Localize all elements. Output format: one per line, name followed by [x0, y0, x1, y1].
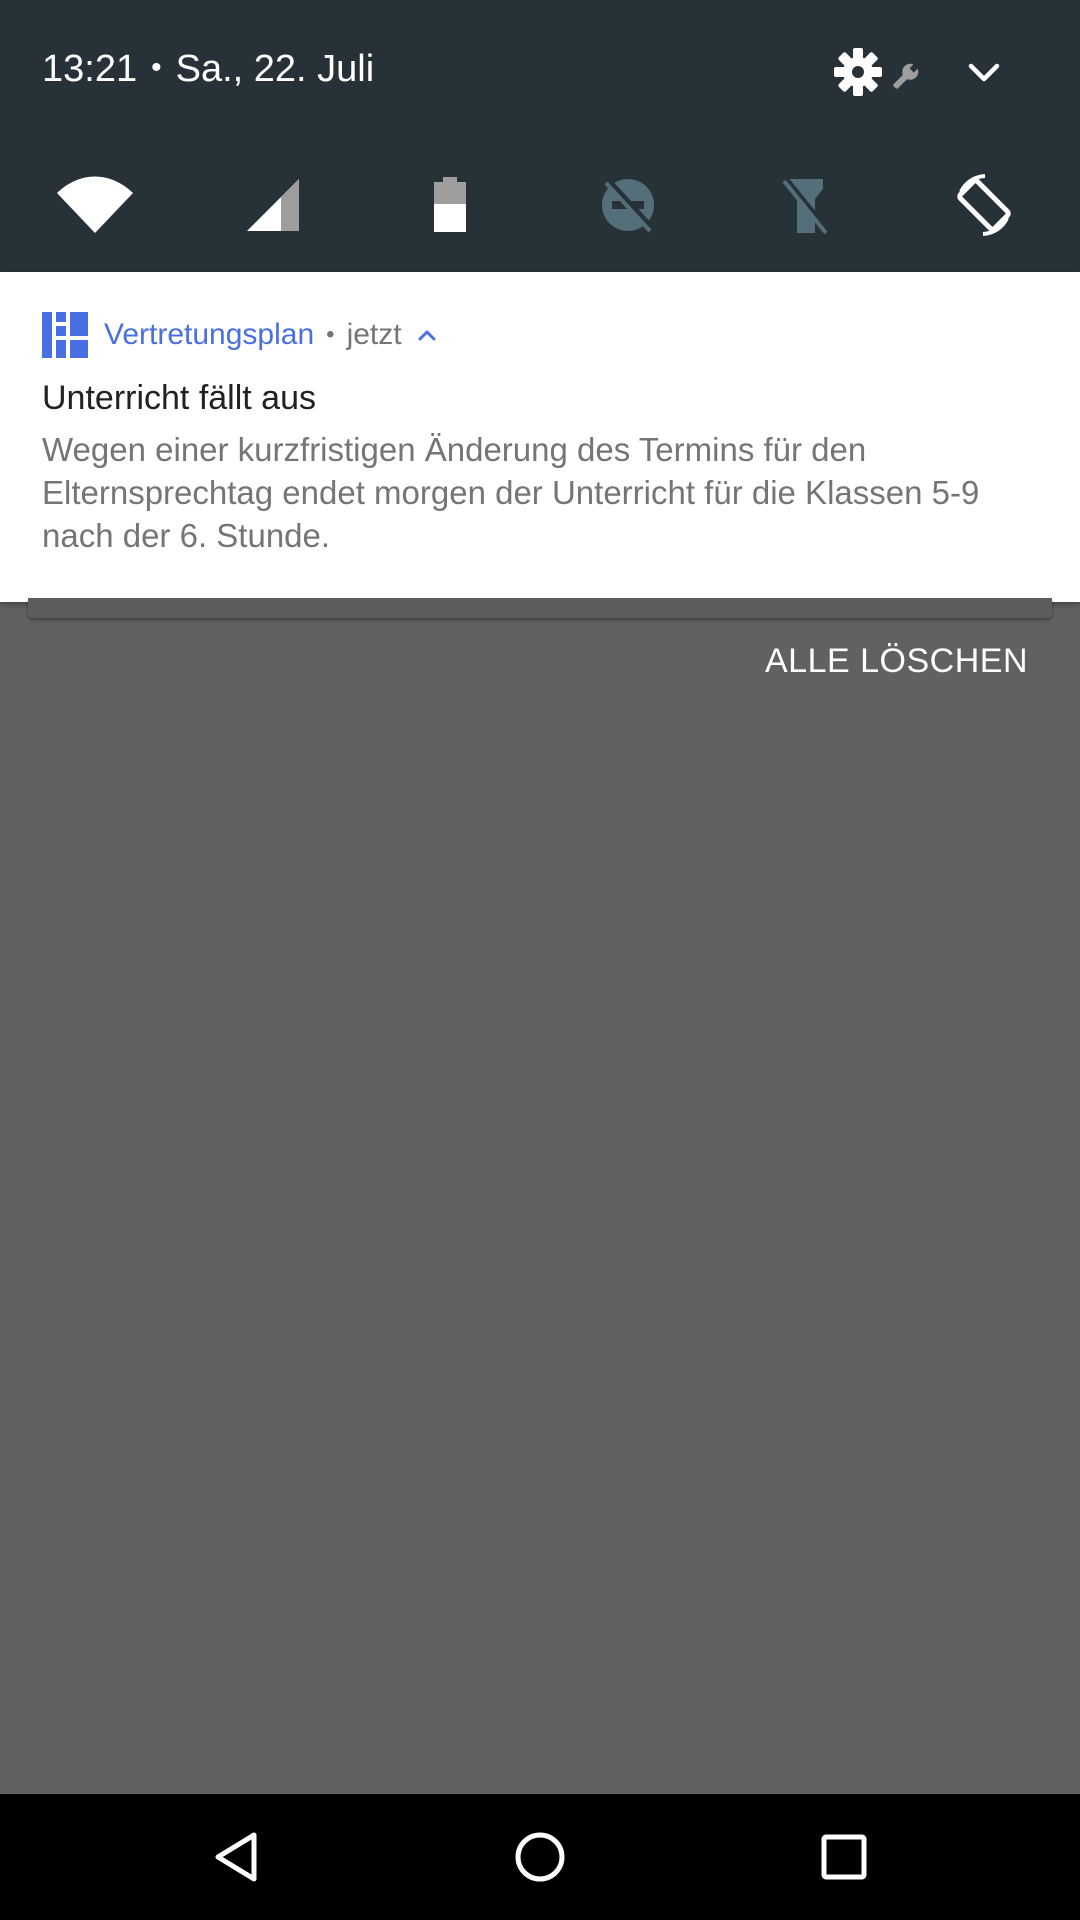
notification-card[interactable]: Vertretungsplan • jetzt Unterricht fällt… — [0, 272, 1080, 602]
clock-date: Sa., 22. Juli — [175, 48, 375, 90]
settings-button[interactable] — [828, 44, 928, 100]
back-button[interactable] — [196, 1817, 276, 1897]
chevron-up-icon[interactable] — [416, 324, 438, 346]
battery-icon — [434, 177, 466, 232]
recents-button[interactable] — [804, 1817, 884, 1897]
gear-icon — [834, 48, 920, 96]
tile-wifi[interactable] — [40, 160, 150, 250]
notification-separator: • — [326, 321, 335, 348]
auto-rotate-icon — [957, 174, 1011, 236]
clear-all-button[interactable]: ALLE LÖSCHEN — [765, 642, 1028, 681]
back-triangle-icon — [215, 1832, 257, 1882]
notification-title: Unterricht fällt aus — [42, 379, 316, 417]
home-button[interactable] — [500, 1817, 580, 1897]
wrench-icon — [893, 62, 920, 89]
app-icon — [42, 312, 88, 358]
tile-do-not-disturb[interactable] — [573, 160, 683, 250]
tile-cellular[interactable] — [218, 160, 328, 250]
wifi-icon — [57, 176, 133, 233]
chevron-down-icon — [968, 63, 1000, 82]
home-circle-icon — [515, 1832, 565, 1882]
clock-separator: • — [151, 51, 162, 84]
tile-flashlight[interactable] — [751, 160, 861, 250]
quick-settings-header: 13:21 • Sa., 22. Juli — [0, 0, 1080, 272]
flashlight-off-icon — [782, 176, 830, 235]
clock-time: 13:21 — [42, 48, 138, 90]
do-not-disturb-off-icon — [602, 178, 655, 233]
notification-stack-edge — [28, 598, 1052, 618]
tile-battery[interactable] — [395, 160, 505, 250]
navigation-bar — [0, 1794, 1080, 1920]
notification-header: Vertretungsplan • jetzt — [42, 312, 438, 358]
date-time[interactable]: 13:21 • Sa., 22. Juli — [42, 46, 374, 95]
notification-app-name: Vertretungsplan — [104, 318, 315, 351]
notification-body: Wegen einer kurzfristigen Änderung des T… — [42, 431, 980, 554]
notification-time: jetzt — [346, 318, 402, 351]
cellular-signal-icon — [247, 179, 299, 231]
expand-quick-settings-button[interactable] — [956, 44, 1012, 100]
quick-tiles-row — [0, 160, 1080, 250]
tile-auto-rotate[interactable] — [929, 160, 1039, 250]
quick-settings-status-row: 13:21 • Sa., 22. Juli — [0, 0, 1080, 140]
recents-square-icon — [821, 1834, 867, 1880]
